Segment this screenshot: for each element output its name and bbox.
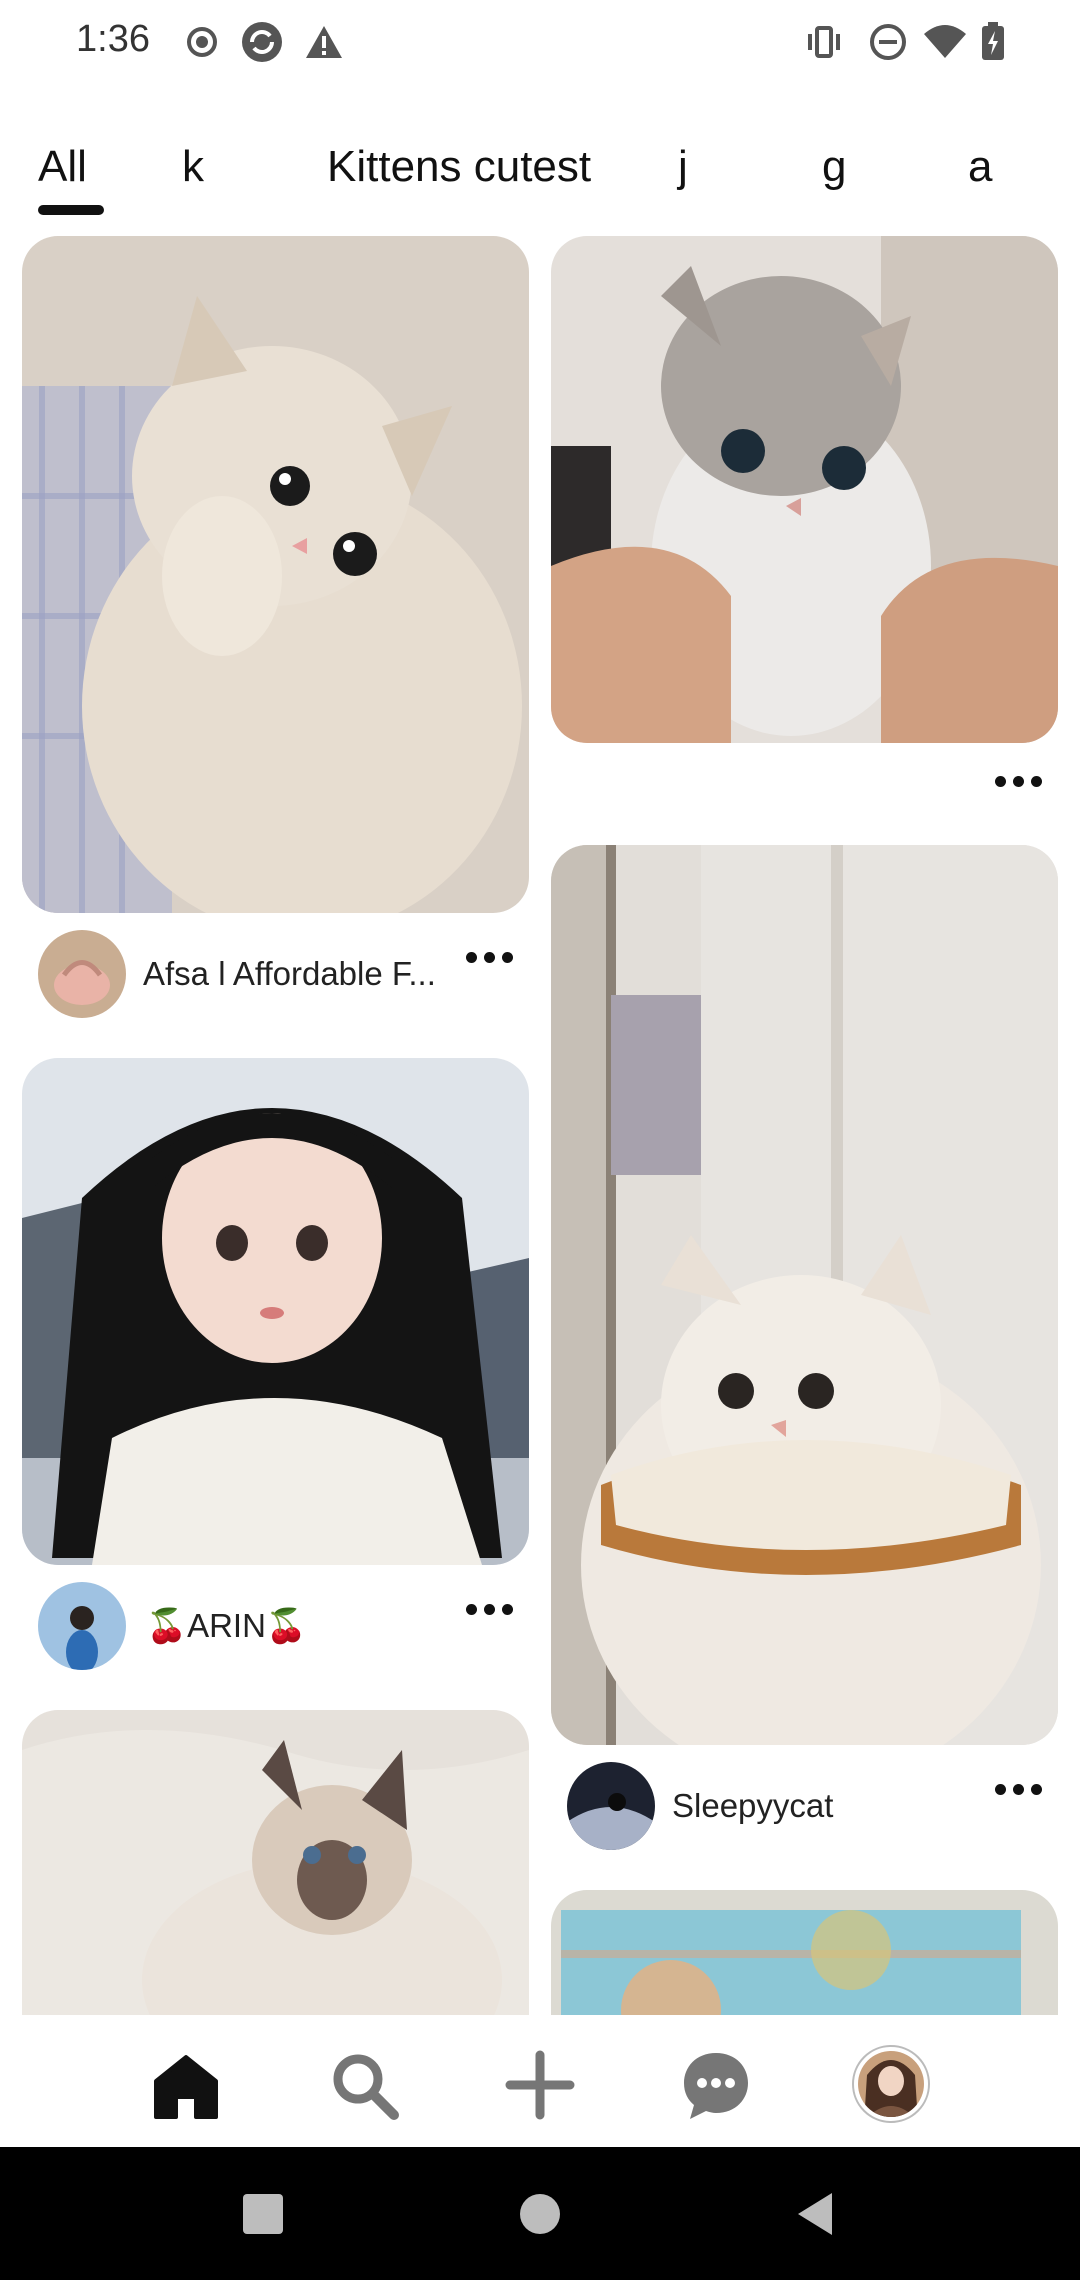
tab-g[interactable]: g	[822, 142, 846, 192]
pin-image[interactable]	[22, 236, 529, 913]
pin-image[interactable]	[22, 1058, 529, 1565]
create-icon[interactable]	[500, 2045, 580, 2125]
tab-all[interactable]: All	[38, 142, 87, 192]
sync-icon	[240, 20, 284, 64]
record-icon	[182, 22, 222, 62]
battery-charging-icon	[980, 22, 1006, 62]
pin-meta: Afsa l Affordable F...	[38, 930, 528, 1026]
back-icon[interactable]	[792, 2189, 842, 2239]
home-icon[interactable]	[146, 2045, 226, 2125]
warning-icon	[304, 22, 344, 62]
vibrate-icon	[804, 22, 844, 62]
author-avatar[interactable]	[567, 1762, 655, 1850]
search-icon[interactable]	[324, 2045, 404, 2125]
pin-author-name[interactable]: 🍒ARIN🍒	[146, 1607, 307, 1646]
more-options-icon[interactable]	[460, 938, 520, 978]
more-options-icon[interactable]	[460, 1590, 520, 1630]
pin-image[interactable]	[551, 236, 1058, 743]
pin-meta: 🍒ARIN🍒	[38, 1582, 528, 1678]
pin-author-name[interactable]: Sleepyycat	[672, 1787, 833, 1825]
wifi-icon	[922, 22, 968, 62]
profile-avatar[interactable]	[852, 2045, 930, 2123]
do-not-disturb-icon	[868, 22, 908, 62]
status-bar: 1:36	[0, 0, 1080, 90]
more-options-icon[interactable]	[989, 1770, 1049, 1810]
pin-image[interactable]	[551, 1890, 1058, 2015]
pin-image[interactable]	[551, 845, 1058, 1745]
system-navigation-bar	[0, 2147, 1080, 2280]
author-avatar[interactable]	[38, 1582, 126, 1670]
recents-icon[interactable]	[238, 2189, 288, 2239]
more-options-icon[interactable]	[989, 762, 1049, 802]
status-time: 1:36	[76, 18, 150, 60]
pin-feed[interactable]: Afsa l Affordable F... 🍒ARIN🍒 Sleepyycat	[0, 230, 1080, 2015]
author-avatar[interactable]	[38, 930, 126, 1018]
pin-image[interactable]	[22, 1710, 529, 2015]
pin-meta: Sleepyycat	[567, 1762, 1057, 1858]
board-filter-tabs: All k Kittens cutest j g a	[0, 130, 1080, 220]
tab-k[interactable]: k	[182, 142, 204, 192]
pin-author-name[interactable]: Afsa l Affordable F...	[143, 955, 436, 993]
tab-kittens-cutest[interactable]: Kittens cutest	[327, 142, 591, 192]
bottom-navigation	[0, 2015, 1080, 2145]
selected-tab-indicator	[38, 205, 104, 215]
tab-a[interactable]: a	[968, 142, 992, 192]
home-circle-icon[interactable]	[515, 2189, 565, 2239]
tab-j[interactable]: j	[678, 142, 688, 192]
messages-icon[interactable]	[676, 2045, 756, 2125]
